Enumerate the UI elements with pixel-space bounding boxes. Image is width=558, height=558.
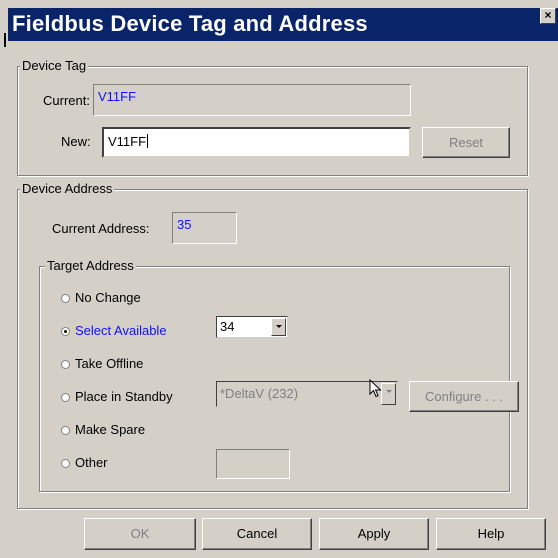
ok-button[interactable]: OK [84,518,196,550]
mouse-pointer-icon [369,379,382,398]
device-address-group-label: Device Address [20,181,115,196]
available-address-dropdown[interactable]: 34 [216,316,288,338]
new-tag-input-text: V11FF [108,134,147,149]
target-address-group-label: Target Address [45,258,136,273]
chevron-down-icon[interactable] [381,383,396,405]
radio-label-other[interactable]: Other [75,455,108,470]
reset-button[interactable]: Reset [422,127,510,158]
window-edge [0,41,8,558]
radio-label-no-change[interactable]: No Change [75,290,141,305]
device-tag-group-label: Device Tag [20,58,89,73]
ok-button-label: OK [130,526,150,541]
radio-select-available[interactable] [61,327,70,336]
radio-label-place-in-standby[interactable]: Place in Standby [75,389,173,404]
help-button[interactable]: Help [436,518,546,550]
close-icon: × [544,8,552,22]
available-address-value: 34 [220,319,235,334]
radio-make-spare[interactable] [61,426,70,435]
radio-no-change[interactable] [61,294,70,303]
apply-button-label: Apply [357,526,391,541]
other-address-input[interactable] [216,449,290,479]
new-tag-label: New: [61,134,91,149]
window-title: Fieldbus Device Tag and Address [12,11,368,36]
radio-label-make-spare[interactable]: Make Spare [75,422,145,437]
current-tag-value: V11FF [93,84,411,116]
title-bar[interactable]: Fieldbus Device Tag and Address [8,8,558,41]
radio-label-select-available[interactable]: Select Available [75,323,167,338]
chevron-down-icon[interactable] [271,318,286,336]
new-tag-input[interactable]: V11FF [102,127,411,158]
radio-other[interactable] [61,459,70,468]
close-button[interactable]: × [540,8,556,24]
configure-button-label: Configure . . . [424,389,504,404]
text-caret [147,134,149,148]
device-tag-group [17,66,528,176]
reset-button-label: Reset [449,135,483,150]
configure-button[interactable]: Configure . . . [409,381,519,412]
standby-device-value: *DeltaV (232) [220,386,299,401]
current-address-value: 35 [172,212,237,244]
cancel-button[interactable]: Cancel [202,518,312,550]
radio-take-offline[interactable] [61,360,70,369]
radio-label-take-offline[interactable]: Take Offline [75,356,143,371]
cancel-button-label: Cancel [236,526,278,541]
fieldbus-device-tag-dialog: Fieldbus Device Tag and Address × Device… [0,0,558,558]
current-address-label: Current Address: [52,221,150,236]
radio-place-in-standby[interactable] [61,393,70,402]
apply-button[interactable]: Apply [319,518,429,550]
current-tag-label: Current: [43,93,90,108]
help-button-label: Help [477,526,505,541]
text-cursor-artifact [4,33,6,47]
